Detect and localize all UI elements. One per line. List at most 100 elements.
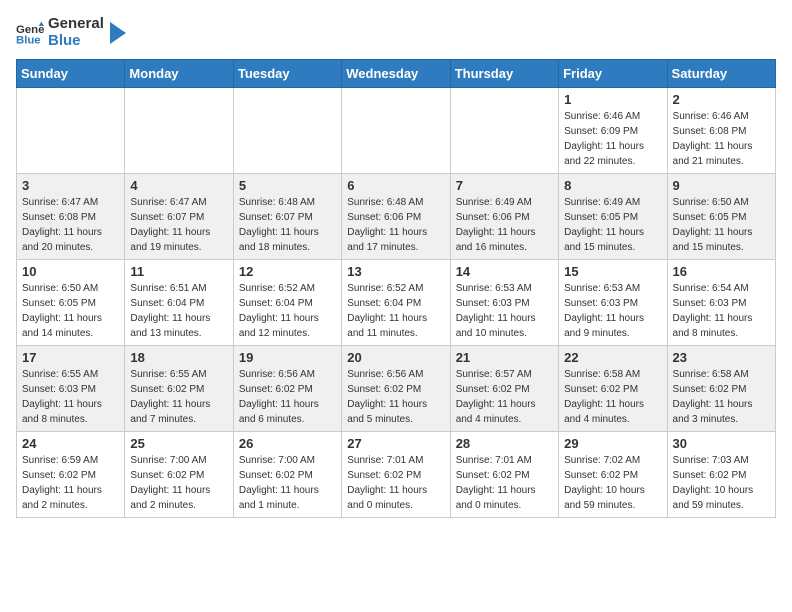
day-number: 12 [239, 264, 336, 279]
day-number: 30 [673, 436, 770, 451]
day-number: 14 [456, 264, 553, 279]
day-info: Sunrise: 6:47 AMSunset: 6:07 PMDaylight:… [130, 195, 227, 255]
calendar-cell: 19Sunrise: 6:56 AMSunset: 6:02 PMDayligh… [233, 346, 341, 432]
logo-icon: General Blue [16, 19, 44, 47]
calendar-cell: 16 Sunrise: 6:54 AMSunset: 6:03 PMDayligh… [667, 260, 775, 346]
calendar-cell: 8 Sunrise: 6:49 AMSunset: 6:05 PMDaylight… [559, 174, 667, 260]
calendar-cell: 3 Sunrise: 6:47 AMSunset: 6:08 PMDaylight… [17, 174, 125, 260]
calendar-cell: 1 Sunrise: 6:46 AMSunset: 6:09 PMDaylight… [559, 88, 667, 174]
calendar-cell [17, 88, 125, 174]
day-number: 8 [564, 178, 661, 193]
calendar-cell: 23 Sunrise: 6:58 AMSunset: 6:02 PMDayligh… [667, 346, 775, 432]
calendar-cell: 22 Sunrise: 6:58 AMSunset: 6:02 PMDayligh… [559, 346, 667, 432]
day-number: 22 [564, 350, 661, 365]
day-number: 16 [673, 264, 770, 279]
calendar-cell: 12 Sunrise: 6:52 AMSunset: 6:04 PMDayligh… [233, 260, 341, 346]
day-number: 6 [347, 178, 444, 193]
weekday-header: Saturday [667, 60, 775, 88]
calendar-cell [450, 88, 558, 174]
day-info: Sunrise: 6:58 AMSunset: 6:02 PMDaylight:… [673, 367, 770, 427]
day-info: Sunrise: 6:54 AMSunset: 6:03 PMDaylight:… [673, 281, 770, 341]
calendar-cell: 6 Sunrise: 6:48 AMSunset: 6:06 PMDaylight… [342, 174, 450, 260]
calendar-cell: 10Sunrise: 6:50 AMSunset: 6:05 PMDayligh… [17, 260, 125, 346]
calendar-cell: 5Sunrise: 6:48 AMSunset: 6:07 PMDaylight… [233, 174, 341, 260]
day-info: Sunrise: 7:00 AMSunset: 6:02 PMDaylight:… [130, 453, 227, 513]
day-number: 9 [673, 178, 770, 193]
day-info: Sunrise: 6:52 AMSunset: 6:04 PMDaylight:… [239, 281, 336, 341]
calendar-cell: 11Sunrise: 6:51 AMSunset: 6:04 PMDayligh… [125, 260, 233, 346]
day-info: Sunrise: 6:50 AMSunset: 6:05 PMDaylight:… [673, 195, 770, 255]
day-number: 1 [564, 92, 661, 107]
day-number: 17 [22, 350, 119, 365]
day-info: Sunrise: 7:00 AMSunset: 6:02 PMDaylight:… [239, 453, 336, 513]
day-number: 13 [347, 264, 444, 279]
day-number: 29 [564, 436, 661, 451]
day-number: 3 [22, 178, 119, 193]
day-info: Sunrise: 6:58 AMSunset: 6:02 PMDaylight:… [564, 367, 661, 427]
day-info: Sunrise: 6:47 AMSunset: 6:08 PMDaylight:… [22, 195, 119, 255]
calendar-cell: 27 Sunrise: 7:01 AMSunset: 6:02 PMDayligh… [342, 432, 450, 518]
calendar-table: SundayMondayTuesdayWednesdayThursdayFrid… [16, 59, 776, 518]
logo-general: General [48, 16, 104, 33]
day-number: 15 [564, 264, 661, 279]
calendar-cell: 9 Sunrise: 6:50 AMSunset: 6:05 PMDaylight… [667, 174, 775, 260]
day-number: 11 [130, 264, 227, 279]
calendar-cell: 21Sunrise: 6:57 AMSunset: 6:02 PMDayligh… [450, 346, 558, 432]
day-info: Sunrise: 6:48 AMSunset: 6:06 PMDaylight:… [347, 195, 444, 255]
day-number: 20 [347, 350, 444, 365]
calendar-cell: 25 Sunrise: 7:00 AMSunset: 6:02 PMDayligh… [125, 432, 233, 518]
calendar-week-row: 24Sunrise: 6:59 AMSunset: 6:02 PMDayligh… [17, 432, 776, 518]
day-info: Sunrise: 6:56 AMSunset: 6:02 PMDaylight:… [347, 367, 444, 427]
day-number: 28 [456, 436, 553, 451]
calendar-cell: 15Sunrise: 6:53 AMSunset: 6:03 PMDayligh… [559, 260, 667, 346]
day-info: Sunrise: 7:03 AMSunset: 6:02 PMDaylight:… [673, 453, 770, 513]
day-number: 23 [673, 350, 770, 365]
day-info: Sunrise: 6:48 AMSunset: 6:07 PMDaylight:… [239, 195, 336, 255]
calendar-cell: 2 Sunrise: 6:46 AMSunset: 6:08 PMDaylight… [667, 88, 775, 174]
day-number: 25 [130, 436, 227, 451]
day-info: Sunrise: 6:49 AMSunset: 6:06 PMDaylight:… [456, 195, 553, 255]
calendar-cell: 20 Sunrise: 6:56 AMSunset: 6:02 PMDayligh… [342, 346, 450, 432]
calendar-week-row: 10Sunrise: 6:50 AMSunset: 6:05 PMDayligh… [17, 260, 776, 346]
day-info: Sunrise: 6:55 AMSunset: 6:03 PMDaylight:… [22, 367, 119, 427]
svg-text:Blue: Blue [16, 34, 41, 46]
day-number: 2 [673, 92, 770, 107]
logo: General Blue General Blue [16, 16, 126, 49]
calendar-cell: 13 Sunrise: 6:52 AMSunset: 6:04 PMDayligh… [342, 260, 450, 346]
weekday-header: Thursday [450, 60, 558, 88]
calendar-cell: 18 Sunrise: 6:55 AMSunset: 6:02 PMDayligh… [125, 346, 233, 432]
day-info: Sunrise: 6:49 AMSunset: 6:05 PMDaylight:… [564, 195, 661, 255]
day-info: Sunrise: 6:53 AMSunset: 6:03 PMDaylight:… [456, 281, 553, 341]
day-info: Sunrise: 6:52 AMSunset: 6:04 PMDaylight:… [347, 281, 444, 341]
calendar-cell [125, 88, 233, 174]
calendar-cell: 30 Sunrise: 7:03 AMSunset: 6:02 PMDayligh… [667, 432, 775, 518]
page-header: General Blue General Blue [16, 16, 776, 49]
day-info: Sunrise: 6:50 AMSunset: 6:05 PMDaylight:… [22, 281, 119, 341]
calendar-cell: 28Sunrise: 7:01 AMSunset: 6:02 PMDayligh… [450, 432, 558, 518]
calendar-cell: 4 Sunrise: 6:47 AMSunset: 6:07 PMDaylight… [125, 174, 233, 260]
calendar-cell: 26Sunrise: 7:00 AMSunset: 6:02 PMDayligh… [233, 432, 341, 518]
day-number: 18 [130, 350, 227, 365]
calendar-cell [342, 88, 450, 174]
calendar-week-row: 1 Sunrise: 6:46 AMSunset: 6:09 PMDaylight… [17, 88, 776, 174]
day-number: 4 [130, 178, 227, 193]
weekday-header: Friday [559, 60, 667, 88]
calendar-cell: 17 Sunrise: 6:55 AMSunset: 6:03 PMDayligh… [17, 346, 125, 432]
day-info: Sunrise: 6:55 AMSunset: 6:02 PMDaylight:… [130, 367, 227, 427]
weekday-header: Monday [125, 60, 233, 88]
day-info: Sunrise: 6:46 AMSunset: 6:09 PMDaylight:… [564, 109, 661, 169]
logo-flag-icon [108, 22, 126, 44]
day-info: Sunrise: 7:01 AMSunset: 6:02 PMDaylight:… [347, 453, 444, 513]
weekday-header: Tuesday [233, 60, 341, 88]
calendar-week-row: 17 Sunrise: 6:55 AMSunset: 6:03 PMDayligh… [17, 346, 776, 432]
day-info: Sunrise: 6:46 AMSunset: 6:08 PMDaylight:… [673, 109, 770, 169]
logo-blue: Blue [48, 33, 104, 50]
day-number: 27 [347, 436, 444, 451]
calendar-cell: 7Sunrise: 6:49 AMSunset: 6:06 PMDaylight… [450, 174, 558, 260]
calendar-cell: 14 Sunrise: 6:53 AMSunset: 6:03 PMDayligh… [450, 260, 558, 346]
day-info: Sunrise: 7:02 AMSunset: 6:02 PMDaylight:… [564, 453, 661, 513]
calendar-cell: 24Sunrise: 6:59 AMSunset: 6:02 PMDayligh… [17, 432, 125, 518]
calendar-header-row: SundayMondayTuesdayWednesdayThursdayFrid… [17, 60, 776, 88]
calendar-week-row: 3 Sunrise: 6:47 AMSunset: 6:08 PMDaylight… [17, 174, 776, 260]
day-number: 21 [456, 350, 553, 365]
